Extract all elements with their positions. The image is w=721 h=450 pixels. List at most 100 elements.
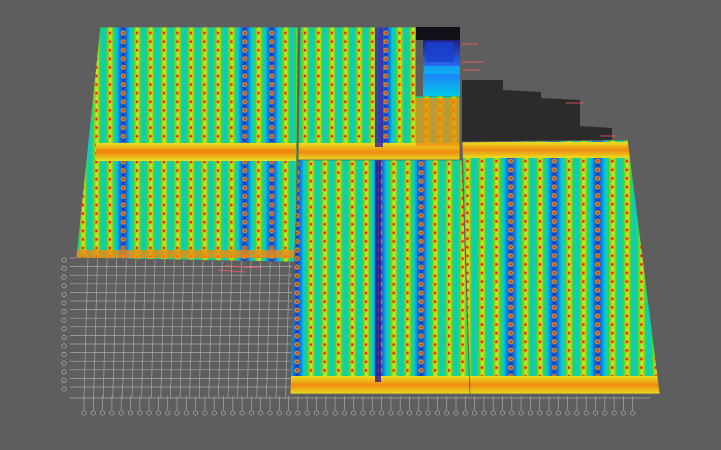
node-marker (163, 195, 165, 198)
node-marker (524, 349, 527, 352)
node-marker (655, 280, 657, 283)
node-marker (640, 332, 643, 334)
node-marker (371, 126, 374, 129)
node-marker (257, 230, 260, 232)
node-marker (640, 194, 643, 197)
node-marker (406, 266, 409, 268)
node-marker (163, 161, 165, 163)
node-marker (495, 366, 498, 369)
node-marker (176, 101, 179, 103)
node-marker (385, 83, 387, 86)
node-marker (82, 212, 84, 215)
node-marker (217, 109, 219, 112)
node-marker (640, 315, 643, 317)
node-marker (392, 180, 395, 182)
node-marker (553, 169, 556, 171)
node-marker (284, 118, 287, 120)
node-marker (420, 249, 423, 251)
node-marker (271, 40, 273, 43)
node-marker (371, 32, 374, 34)
node-marker (323, 232, 326, 234)
node-marker (230, 32, 233, 34)
node-marker (611, 349, 614, 352)
node-marker (109, 126, 111, 129)
node-marker (190, 195, 192, 198)
node-marker (257, 32, 260, 34)
node-marker (524, 298, 527, 300)
node-marker (149, 58, 152, 60)
node-marker (337, 163, 340, 165)
node-marker (284, 66, 287, 69)
node-marker (553, 366, 556, 369)
node-marker (271, 92, 273, 94)
node-marker (434, 171, 436, 174)
node-marker (495, 332, 498, 334)
node-marker (136, 32, 138, 34)
node-marker (230, 230, 233, 232)
node-marker (95, 92, 98, 94)
node-marker (203, 247, 206, 249)
node-marker (626, 366, 628, 369)
grid-axis-marker (295, 410, 301, 416)
node-marker (539, 237, 541, 240)
node-marker (539, 160, 541, 162)
node-marker (149, 161, 152, 163)
node-marker (122, 75, 125, 77)
node-marker (136, 212, 138, 215)
node-marker (398, 83, 401, 86)
node-marker (271, 58, 273, 60)
node-marker (136, 92, 138, 94)
node-marker (358, 32, 360, 34)
grid-axis-marker (388, 410, 394, 416)
node-marker (539, 332, 541, 334)
grid-axis-marker (434, 410, 440, 416)
node-marker (597, 177, 599, 180)
node-marker (434, 343, 436, 346)
fem-contour-view[interactable] (0, 0, 721, 450)
node-marker (510, 194, 512, 197)
node-marker (611, 332, 614, 334)
grid-axis-marker (286, 410, 292, 416)
node-marker (434, 240, 436, 243)
node-marker (524, 366, 527, 369)
node-marker (176, 66, 179, 69)
node-marker (539, 186, 541, 188)
node-marker (337, 275, 340, 277)
node-marker (640, 237, 643, 240)
node-marker (371, 101, 374, 103)
node-marker (385, 135, 387, 137)
node-marker (82, 161, 84, 163)
node-marker (310, 352, 312, 354)
node-marker (203, 109, 206, 112)
node-marker (385, 118, 387, 120)
node-marker (310, 275, 312, 277)
node-marker (481, 366, 483, 369)
node-marker (466, 280, 469, 283)
edge-band (76, 250, 298, 258)
node-marker (271, 187, 273, 189)
node-marker (95, 221, 98, 223)
node-marker (190, 58, 192, 60)
node-marker (163, 126, 165, 129)
node-marker (122, 66, 125, 69)
stress-hotspot (652, 244, 659, 251)
node-marker (481, 194, 483, 197)
node-marker (122, 92, 125, 94)
node-marker (466, 41, 468, 42)
node-marker (203, 178, 206, 180)
node-marker (244, 212, 246, 215)
node-marker (163, 221, 165, 223)
node-marker (385, 58, 387, 60)
node-marker (296, 309, 298, 311)
node-marker (568, 203, 570, 205)
node-marker (365, 318, 367, 320)
node-marker (539, 306, 541, 309)
stress-hotspot (93, 47, 100, 54)
node-marker (310, 223, 312, 225)
node-marker (217, 178, 219, 180)
viewport[interactable] (0, 0, 721, 450)
node-marker (640, 151, 643, 154)
node-marker (365, 214, 367, 217)
node-marker (95, 109, 98, 112)
node-marker (495, 229, 498, 231)
